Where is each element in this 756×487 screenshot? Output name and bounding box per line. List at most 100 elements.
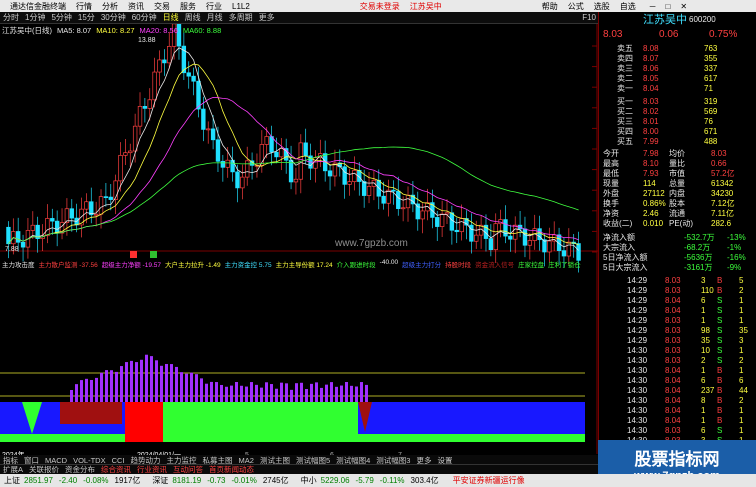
candle-body [288, 159, 294, 183]
kline-chart[interactable]: 13.0012.5012.0011.5011.0010.5010.009.509… [0, 24, 598, 474]
menu-item-favorites[interactable]: 自选 [620, 1, 636, 12]
tick-side: B [717, 416, 723, 425]
tick-time: 14:29 [627, 296, 648, 305]
period-tab-more[interactable]: 更多 [259, 12, 275, 23]
period-tab-timeshare[interactable]: 分时 [3, 12, 19, 23]
candle-body [508, 235, 513, 240]
candle-body [269, 136, 274, 153]
tick-price: 8.04 [665, 296, 681, 305]
menu-item-l1l2[interactable]: L1L2 [232, 2, 250, 11]
candle-body [361, 181, 367, 196]
menu-item-help[interactable]: 帮助 [542, 1, 558, 12]
tick-volume: 2 [701, 356, 706, 365]
candle-body [157, 59, 162, 73]
indicator-item: 超级主力打分 [402, 262, 442, 269]
candle-body [132, 125, 138, 152]
close-icon[interactable]: ✕ [680, 2, 687, 11]
candle-body [54, 220, 60, 234]
ma20-value: MA20: 8.56 [139, 25, 178, 35]
menu-item-news[interactable]: 资讯 [128, 1, 144, 12]
ask-volume: 617 [704, 74, 718, 83]
candle-body [279, 148, 284, 158]
period-tab-5min[interactable]: 5分钟 [51, 12, 71, 23]
period-tab-monthly[interactable]: 月线 [207, 12, 223, 23]
minimize-icon[interactable]: ─ [650, 2, 656, 11]
candle-body [167, 45, 172, 64]
period-tab-1min[interactable]: 1分钟 [25, 12, 45, 23]
period-tab-15min[interactable]: 15分 [78, 12, 95, 23]
candle-body [137, 106, 143, 127]
tick-side: B [717, 386, 723, 395]
candle-body [576, 243, 581, 261]
tick-side: S [717, 326, 723, 335]
ask-volume: 355 [704, 54, 718, 63]
indicator-bar [145, 354, 148, 402]
indicator-bar [305, 389, 308, 402]
stat-value: 7.12亿 [711, 199, 735, 208]
period-tab-60min[interactable]: 60分钟 [132, 12, 157, 23]
index-value-sz: 8181.19 [172, 476, 202, 485]
candle-body [566, 241, 572, 257]
login-status[interactable]: 交易未登录 [360, 1, 400, 12]
indicator-bar [100, 372, 103, 402]
ask-price: 8.05 [643, 74, 659, 83]
menu-item-formula[interactable]: 公式 [568, 1, 584, 12]
index-name-zx[interactable]: 中小 [301, 475, 317, 486]
quote-stock-name: 江苏吴中 [643, 14, 687, 26]
flow-value: -68.2万 [684, 243, 711, 252]
ask-volume: 71 [704, 84, 713, 93]
maximize-icon[interactable]: □ [665, 2, 670, 11]
indicator-bar [350, 385, 353, 402]
f10-button[interactable]: F10 [582, 13, 596, 22]
ask-label: 卖一 [617, 84, 633, 93]
index-amount-sh: 1917亿 [114, 476, 141, 485]
stat-value: 7.98 [643, 149, 659, 158]
indicator-item: 庄家控盘 [518, 262, 545, 269]
tick-count: 3 [739, 336, 744, 345]
ask-price: 8.08 [643, 44, 659, 53]
bid-price: 8.02 [643, 107, 659, 116]
tick-volume: 1 [701, 316, 706, 325]
candle-body [235, 171, 240, 189]
ask-label: 卖五 [617, 44, 633, 53]
menu-item-quotes[interactable]: 行情 [76, 1, 92, 12]
indicator-bar [290, 389, 293, 402]
index-name-sh[interactable]: 上证 [4, 475, 20, 486]
period-tab-30min[interactable]: 30分钟 [101, 12, 126, 23]
candle-body [488, 238, 494, 251]
tick-count: 6 [739, 376, 744, 385]
candle-body [352, 169, 357, 183]
stat-value: 2.46 [643, 209, 659, 218]
period-tab-weekly[interactable]: 周线 [185, 12, 201, 23]
indicator-bar [165, 363, 168, 402]
extra-tabs: 扩展A 关联报价 资金分布 综合资讯 行业资讯 互动问答 首页新闻动态 [0, 464, 598, 474]
stat-value: 0.86% [643, 199, 666, 208]
candle-body [147, 99, 152, 109]
tick-volume: 35 [701, 336, 710, 345]
indicator-item: 超级主力净额 -19.57 [101, 262, 161, 269]
stat-label: 股本 [669, 199, 685, 208]
menu-item-analysis[interactable]: 分析 [102, 1, 118, 12]
indicator-bar [340, 385, 343, 402]
menu-item-service[interactable]: 服务 [180, 1, 196, 12]
bid-volume: 319 [704, 97, 718, 106]
menu-item-trade[interactable]: 交易 [154, 1, 170, 12]
watermark-title: 股票指标网 [634, 450, 720, 469]
tick-count: 44 [739, 386, 748, 395]
tick-time: 14:29 [627, 316, 648, 325]
menu-item-select[interactable]: 选股 [594, 1, 610, 12]
index-name-sz[interactable]: 深证 [152, 475, 168, 486]
candle-body [415, 203, 420, 220]
indicator-bar [260, 387, 263, 402]
indicator-bar [330, 382, 333, 402]
period-tab-multi[interactable]: 多周期 [229, 12, 253, 23]
menu-item-industry[interactable]: 行业 [206, 1, 222, 12]
period-tab-daily[interactable]: 日线 [163, 12, 179, 23]
indicator-bar [285, 383, 288, 402]
ask-volume: 337 [704, 64, 718, 73]
indicator-bar [195, 374, 198, 402]
candle-body [366, 185, 372, 196]
candle-body [50, 218, 55, 222]
indicator-bar [155, 360, 158, 402]
indicator-bar [230, 385, 233, 402]
